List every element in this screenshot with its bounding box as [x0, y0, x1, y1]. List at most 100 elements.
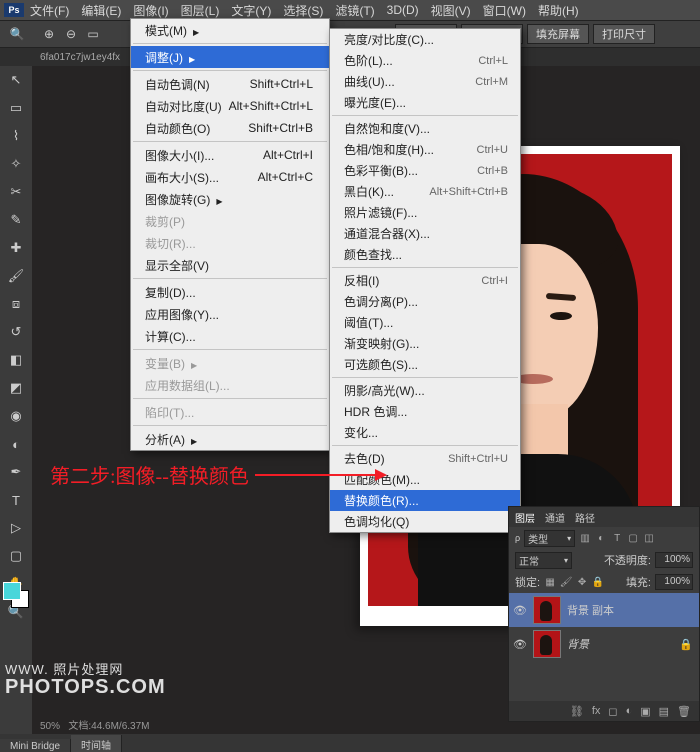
adjust-menu-item[interactable]: 阴影/高光(W)...: [330, 380, 520, 401]
zoom-in-icon[interactable]: ⊕: [40, 25, 58, 43]
menu-layer[interactable]: 图层(L): [181, 2, 220, 19]
menu-select[interactable]: 选择(S): [283, 2, 323, 19]
adjust-menu-item[interactable]: 替换颜色(R)...: [330, 490, 520, 511]
brush-tool-icon[interactable]: 🖌: [6, 266, 26, 286]
gradient-tool-icon[interactable]: ◩: [6, 378, 26, 398]
image-menu-item[interactable]: 自动色调(N)Shift+Ctrl+L: [131, 73, 329, 95]
adjustments-submenu[interactable]: 亮度/对比度(C)...色阶(L)...Ctrl+L曲线(U)...Ctrl+M…: [329, 28, 521, 533]
adjust-menu-item[interactable]: 可选颜色(S)...: [330, 354, 520, 375]
menu-window[interactable]: 窗口(W): [483, 2, 526, 19]
menu-help[interactable]: 帮助(H): [538, 2, 579, 19]
layer-row[interactable]: 👁 背景 副本: [509, 593, 699, 627]
image-menu-item[interactable]: 计算(C)...: [131, 325, 329, 347]
fill-input[interactable]: 100%: [655, 574, 693, 590]
image-menu-item[interactable]: 显示全部(V): [131, 254, 329, 276]
zoom-out-icon[interactable]: ⊖: [62, 25, 80, 43]
filter-shape-icon[interactable]: ▢: [627, 532, 639, 544]
image-menu-item[interactable]: 图像旋转(G): [131, 188, 329, 210]
image-menu-item[interactable]: 裁剪(P): [131, 210, 329, 232]
image-menu[interactable]: 模式(M) 调整(J) 自动色调(N)Shift+Ctrl+L自动对比度(U)Alt…: [130, 18, 330, 451]
menu-image[interactable]: 图像(I): [133, 2, 168, 19]
pen-tool-icon[interactable]: ✒: [6, 462, 26, 482]
fill-screen-button[interactable]: 填充屏幕: [527, 24, 589, 44]
lock-all-icon[interactable]: 🔒: [592, 576, 604, 588]
image-menu-item[interactable]: 画布大小(S)...Alt+Ctrl+C: [131, 166, 329, 188]
image-menu-item[interactable]: 变量(B): [131, 352, 329, 374]
adjust-menu-item[interactable]: 色阶(L)...Ctrl+L: [330, 50, 520, 71]
adjust-menu-item[interactable]: 曝光度(E)...: [330, 92, 520, 113]
adjust-menu-item[interactable]: 阈值(T)...: [330, 312, 520, 333]
blur-tool-icon[interactable]: ◉: [6, 406, 26, 426]
image-menu-item[interactable]: 自动颜色(O)Shift+Ctrl+B: [131, 117, 329, 139]
adjust-menu-item[interactable]: 黑白(K)...Alt+Shift+Ctrl+B: [330, 181, 520, 202]
tab-layers[interactable]: 图层: [515, 510, 535, 525]
image-menu-item[interactable]: 应用数据组(L)...: [131, 374, 329, 396]
lock-pos-icon[interactable]: ✥: [576, 576, 588, 588]
fg-swatch[interactable]: [3, 582, 21, 600]
menu-text[interactable]: 文字(Y): [231, 2, 271, 19]
history-brush-icon[interactable]: ↺: [6, 322, 26, 342]
adjust-menu-item[interactable]: 通道混合器(X)...: [330, 223, 520, 244]
layer-row[interactable]: 👁 背景 🔒: [509, 627, 699, 661]
menu-3d[interactable]: 3D(D): [387, 3, 419, 17]
type-tool-icon[interactable]: T: [6, 490, 26, 510]
fx-icon[interactable]: fx: [592, 705, 601, 717]
filter-image-icon[interactable]: ▥: [579, 532, 591, 544]
mask-icon[interactable]: ◻: [608, 705, 617, 718]
adjust-menu-item[interactable]: 色相/饱和度(H)...Ctrl+U: [330, 139, 520, 160]
layer-name[interactable]: 背景 副本: [567, 602, 614, 618]
menu-file[interactable]: 文件(F): [30, 2, 69, 19]
opacity-input[interactable]: 100%: [655, 552, 693, 568]
document-tab[interactable]: 6fa017c7jw1ey4fx: [40, 52, 120, 63]
lasso-tool-icon[interactable]: ⌇: [6, 126, 26, 146]
layer-name[interactable]: 背景: [567, 636, 589, 652]
adjust-menu-item[interactable]: 亮度/对比度(C)...: [330, 29, 520, 50]
print-size-button[interactable]: 打印尺寸: [593, 24, 655, 44]
dodge-tool-icon[interactable]: ◐: [6, 434, 26, 454]
adjust-menu-item[interactable]: 自然饱和度(V)...: [330, 118, 520, 139]
marquee-tool-icon[interactable]: ▭: [6, 98, 26, 118]
menu-filter[interactable]: 滤镜(T): [335, 2, 374, 19]
trash-icon[interactable]: 🗑: [677, 705, 691, 718]
tab-timeline[interactable]: 时间轴: [71, 735, 122, 752]
visibility-icon[interactable]: 👁: [513, 638, 527, 651]
adjust-menu-item[interactable]: HDR 色调...: [330, 401, 520, 422]
image-menu-item[interactable]: 模式(M): [131, 19, 329, 41]
shape-tool-icon[interactable]: ▢: [6, 546, 26, 566]
adjust-menu-item[interactable]: 曲线(U)...Ctrl+M: [330, 71, 520, 92]
filter-adjust-icon[interactable]: ◐: [595, 532, 607, 544]
image-menu-item[interactable]: 复制(D)...: [131, 281, 329, 303]
menu-view[interactable]: 视图(V): [431, 2, 471, 19]
adjust-menu-item[interactable]: 照片滤镜(F)...: [330, 202, 520, 223]
filter-smart-icon[interactable]: ◫: [643, 532, 655, 544]
visibility-icon[interactable]: 👁: [513, 604, 527, 617]
image-menu-item[interactable]: 自动对比度(U)Alt+Shift+Ctrl+L: [131, 95, 329, 117]
image-menu-item[interactable]: 图像大小(I)...Alt+Ctrl+I: [131, 144, 329, 166]
image-menu-item[interactable]: 裁切(R)...: [131, 232, 329, 254]
move-tool-icon[interactable]: ↖: [6, 70, 26, 90]
image-menu-item[interactable]: 调整(J): [131, 46, 329, 68]
tab-paths[interactable]: 路径: [575, 510, 595, 525]
link-icon[interactable]: ⛓: [570, 705, 584, 718]
adjust-menu-item[interactable]: 色彩平衡(B)...Ctrl+B: [330, 160, 520, 181]
filter-kind-select[interactable]: 类型: [524, 530, 575, 547]
adjust-menu-item[interactable]: 变化...: [330, 422, 520, 443]
path-tool-icon[interactable]: ▷: [6, 518, 26, 538]
adjust-menu-item[interactable]: 反相(I)Ctrl+I: [330, 270, 520, 291]
wand-tool-icon[interactable]: ✧: [6, 154, 26, 174]
image-menu-item[interactable]: 应用图像(Y)...: [131, 303, 329, 325]
adjust-icon[interactable]: ◐: [626, 705, 633, 717]
tab-channels[interactable]: 通道: [545, 510, 565, 525]
adjust-menu-item[interactable]: 颜色查找...: [330, 244, 520, 265]
eraser-tool-icon[interactable]: ◧: [6, 350, 26, 370]
color-swatches[interactable]: [3, 582, 29, 608]
adjust-menu-item[interactable]: 色调分离(P)...: [330, 291, 520, 312]
blend-mode-select[interactable]: 正常: [515, 552, 572, 569]
adjust-menu-item[interactable]: 色调均化(Q): [330, 511, 520, 532]
adjust-menu-item[interactable]: 渐变映射(G)...: [330, 333, 520, 354]
filter-text-icon[interactable]: T: [611, 532, 623, 544]
menu-edit[interactable]: 编辑(E): [81, 2, 121, 19]
eyedropper-tool-icon[interactable]: ✎: [6, 210, 26, 230]
group-icon[interactable]: ▣: [640, 705, 650, 718]
tab-minibridge[interactable]: Mini Bridge: [0, 739, 71, 752]
